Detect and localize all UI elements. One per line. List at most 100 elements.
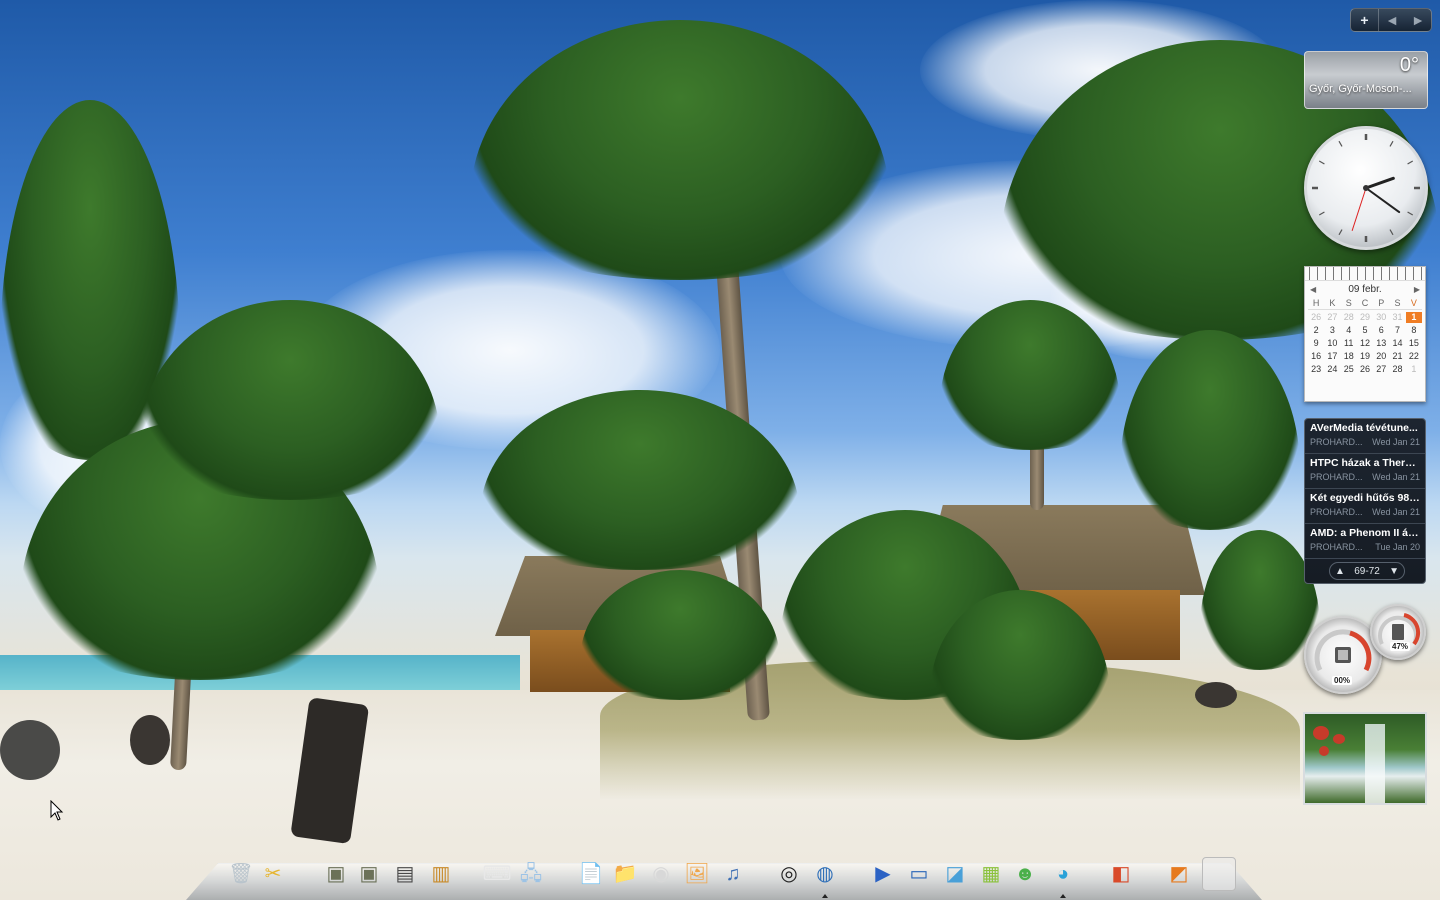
rss-feed-gadget[interactable]: AVerMedia tévétune... PROHARD... Wed Jan … bbox=[1304, 418, 1426, 584]
calendar-day[interactable]: 2 bbox=[1308, 325, 1324, 336]
recycle-bin-icon[interactable]: 🗑 bbox=[224, 857, 258, 891]
calendar-day[interactable]: 31 bbox=[1389, 312, 1405, 323]
clock-hour-hand bbox=[1364, 176, 1395, 190]
rss-item-title: AMD: a Phenom II ár... bbox=[1310, 527, 1420, 539]
game-cod2-icon[interactable]: ▣ bbox=[352, 857, 386, 891]
calendar-day[interactable]: 16 bbox=[1308, 351, 1324, 362]
keyboard-icon[interactable]: ⌨ bbox=[480, 857, 514, 891]
sidebar-toolbar: + ◄ ► bbox=[1350, 8, 1432, 32]
calendar-day[interactable]: 17 bbox=[1324, 351, 1340, 362]
calendar-day[interactable]: 20 bbox=[1373, 351, 1389, 362]
calendar-prev-arrow-icon[interactable]: ◀ bbox=[1310, 285, 1316, 294]
calendar-weekday: P bbox=[1373, 298, 1390, 310]
calendar-weekday: C bbox=[1356, 298, 1374, 310]
messenger-icon[interactable]: ☻ bbox=[1008, 857, 1042, 891]
slideshow-gadget[interactable] bbox=[1303, 712, 1427, 805]
calendar-binding bbox=[1305, 267, 1425, 281]
mouse-cursor-icon bbox=[50, 800, 64, 821]
calendar-day[interactable]: 27 bbox=[1324, 312, 1340, 323]
calendar-day[interactable]: 22 bbox=[1406, 351, 1422, 362]
game-cod-icon[interactable]: ▣ bbox=[319, 857, 353, 891]
app-window-icon[interactable]: ◪ bbox=[938, 857, 972, 891]
cpu-usage-label: 00% bbox=[1332, 676, 1353, 685]
game-racing-icon[interactable]: ▥ bbox=[424, 857, 458, 891]
clock-tick bbox=[1407, 211, 1414, 216]
map-app-icon[interactable]: ▦ bbox=[974, 857, 1008, 891]
disk-icon[interactable]: ◉ bbox=[644, 857, 678, 891]
calendar-day[interactable]: 3 bbox=[1324, 325, 1340, 336]
add-gadget-button[interactable]: + bbox=[1351, 9, 1379, 31]
rss-item-source: PROHARD... bbox=[1310, 507, 1363, 517]
globe-icon[interactable]: ◕ bbox=[1046, 857, 1080, 891]
calendar-day[interactable]: 15 bbox=[1406, 338, 1422, 349]
pictures-icon[interactable]: 🖼 bbox=[680, 857, 714, 891]
calendar-day[interactable]: 10 bbox=[1324, 338, 1340, 349]
calendar-day[interactable]: 30 bbox=[1373, 312, 1389, 323]
clock-tick bbox=[1338, 140, 1343, 147]
empty-slot-icon[interactable] bbox=[1202, 857, 1236, 891]
calendar-day[interactable]: 11 bbox=[1341, 338, 1357, 349]
calendar-next-arrow-icon[interactable]: ▶ bbox=[1414, 285, 1420, 294]
calendar-day[interactable]: 13 bbox=[1373, 338, 1389, 349]
office-apps-icon[interactable]: ◧ bbox=[1104, 857, 1138, 891]
clock-tick bbox=[1407, 160, 1414, 165]
rss-item-title: Két egyedi hűtős 980... bbox=[1310, 492, 1420, 504]
calendar-day[interactable]: 27 bbox=[1373, 364, 1389, 375]
calendar-gadget[interactable]: ◀ 09 febr. ▶ H K S C P S V 26 27 28 29 30 31 1… bbox=[1304, 266, 1426, 402]
calendar-day[interactable]: 1 bbox=[1405, 312, 1422, 323]
kmplayer-icon[interactable]: ▭ bbox=[902, 857, 936, 891]
calendar-day[interactable]: 29 bbox=[1357, 312, 1373, 323]
folder-icon[interactable]: 📁 bbox=[608, 857, 642, 891]
calendar-weekday: S bbox=[1389, 298, 1406, 310]
clock-minute-hand bbox=[1365, 187, 1401, 214]
calendar-weekday: S bbox=[1340, 298, 1357, 310]
network-computers-icon[interactable]: 🖧 bbox=[514, 857, 548, 891]
clock-tick bbox=[1318, 211, 1325, 216]
calendar-day[interactable]: 5 bbox=[1357, 325, 1373, 336]
next-page-button[interactable]: ► bbox=[1405, 9, 1431, 31]
tools-icon[interactable]: ✂ bbox=[256, 857, 290, 891]
calendar-day[interactable]: 18 bbox=[1341, 351, 1357, 362]
media-center-icon[interactable]: ◎ bbox=[772, 857, 806, 891]
calendar-day[interactable]: 28 bbox=[1341, 312, 1357, 323]
rss-item-date: Wed Jan 21 bbox=[1372, 437, 1420, 447]
calendar-day[interactable]: 19 bbox=[1357, 351, 1373, 362]
calendar-day[interactable]: 4 bbox=[1341, 325, 1357, 336]
weather-location: Győr, Győr-Moson-... bbox=[1309, 83, 1412, 95]
calendar-day[interactable]: 21 bbox=[1389, 351, 1405, 362]
rss-down-arrow-icon[interactable]: ▼ bbox=[1389, 566, 1399, 577]
rss-item[interactable]: HTPC házak a Therm... PROHARD... Wed Jan … bbox=[1305, 454, 1425, 489]
music-icon[interactable]: ♫ bbox=[716, 857, 750, 891]
game-grid-icon[interactable]: ▤ bbox=[388, 857, 422, 891]
rss-item-date: Tue Jan 20 bbox=[1375, 542, 1420, 552]
calendar-day[interactable]: 12 bbox=[1357, 338, 1373, 349]
memory-usage-label: 47% bbox=[1390, 642, 1411, 651]
documents-icon[interactable]: 📄 bbox=[574, 857, 608, 891]
winamp-icon[interactable]: ◩ bbox=[1162, 857, 1196, 891]
calendar-day[interactable]: 7 bbox=[1389, 325, 1405, 336]
calendar-day[interactable]: 26 bbox=[1357, 364, 1373, 375]
rss-item-source: PROHARD... bbox=[1310, 472, 1363, 482]
weather-gadget[interactable]: 0° Győr, Győr-Moson-... bbox=[1304, 51, 1428, 109]
media-player-icon[interactable]: ▶ bbox=[866, 857, 900, 891]
rss-range-label: 69-72 bbox=[1354, 565, 1380, 577]
calendar-day[interactable]: 9 bbox=[1308, 338, 1324, 349]
calendar-day[interactable]: 14 bbox=[1389, 338, 1405, 349]
rss-item[interactable]: Két egyedi hűtős 980... PROHARD... Wed Ja… bbox=[1305, 489, 1425, 524]
calendar-day[interactable]: 6 bbox=[1373, 325, 1389, 336]
calendar-day[interactable]: 26 bbox=[1308, 312, 1324, 323]
clock-gadget[interactable] bbox=[1304, 126, 1428, 250]
rss-item[interactable]: AMD: a Phenom II ár... PROHARD... Tue Jan… bbox=[1305, 524, 1425, 559]
previous-page-button[interactable]: ◄ bbox=[1379, 9, 1405, 31]
calendar-day[interactable]: 8 bbox=[1406, 325, 1422, 336]
rss-up-arrow-icon[interactable]: ▲ bbox=[1335, 566, 1345, 577]
browser-icon[interactable]: ◍ bbox=[808, 857, 842, 891]
calendar-day[interactable]: 1 bbox=[1406, 364, 1422, 375]
calendar-day[interactable]: 24 bbox=[1324, 364, 1340, 375]
clock-second-hand bbox=[1351, 187, 1367, 231]
memory-meter-gadget[interactable]: 47% bbox=[1370, 604, 1426, 660]
rss-item[interactable]: AVerMedia tévétune... PROHARD... Wed Jan … bbox=[1305, 419, 1425, 454]
calendar-day[interactable]: 28 bbox=[1389, 364, 1405, 375]
calendar-day[interactable]: 23 bbox=[1308, 364, 1324, 375]
calendar-day[interactable]: 25 bbox=[1341, 364, 1357, 375]
